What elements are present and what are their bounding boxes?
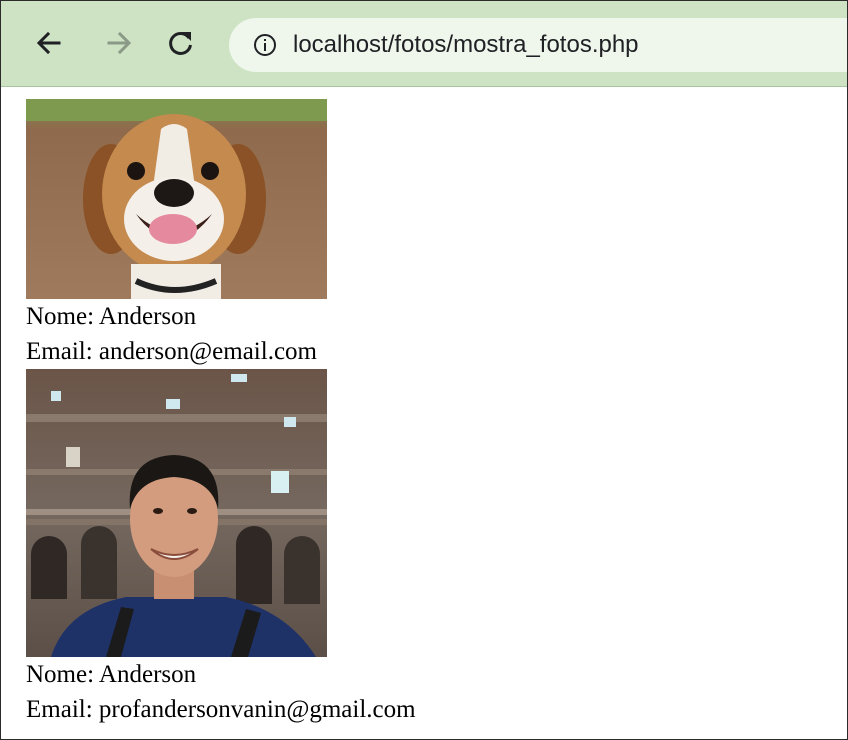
beagle-dog-photo xyxy=(26,99,327,299)
info-icon[interactable] xyxy=(253,33,277,57)
url-text[interactable]: localhost/fotos/mostra_fotos.php xyxy=(293,31,639,59)
forward-button[interactable] xyxy=(99,23,139,63)
record-item: Nome: Anderson Email: profandersonvanin@… xyxy=(26,369,826,727)
record-item: Nome: Anderson Email: anderson@email.com xyxy=(26,99,826,369)
man-at-colosseum-photo xyxy=(26,369,327,657)
address-bar[interactable]: localhost/fotos/mostra_fotos.php xyxy=(229,18,847,72)
browser-toolbar: localhost/fotos/mostra_fotos.php xyxy=(1,1,847,87)
reload-button[interactable] xyxy=(161,23,201,63)
reload-icon xyxy=(169,31,192,55)
browser-window: localhost/fotos/mostra_fotos.php Nome: A… xyxy=(0,0,848,740)
record-email: Email: anderson@email.com xyxy=(26,338,317,365)
arrow-left-icon xyxy=(36,31,61,55)
back-button[interactable] xyxy=(29,23,69,63)
arrow-right-icon xyxy=(107,31,132,55)
record-email: Email: profandersonvanin@gmail.com xyxy=(26,696,416,723)
page-content: Nome: Anderson Email: anderson@email.com xyxy=(26,99,826,727)
record-name: Nome: Anderson xyxy=(26,661,197,688)
record-name: Nome: Anderson xyxy=(26,303,197,330)
